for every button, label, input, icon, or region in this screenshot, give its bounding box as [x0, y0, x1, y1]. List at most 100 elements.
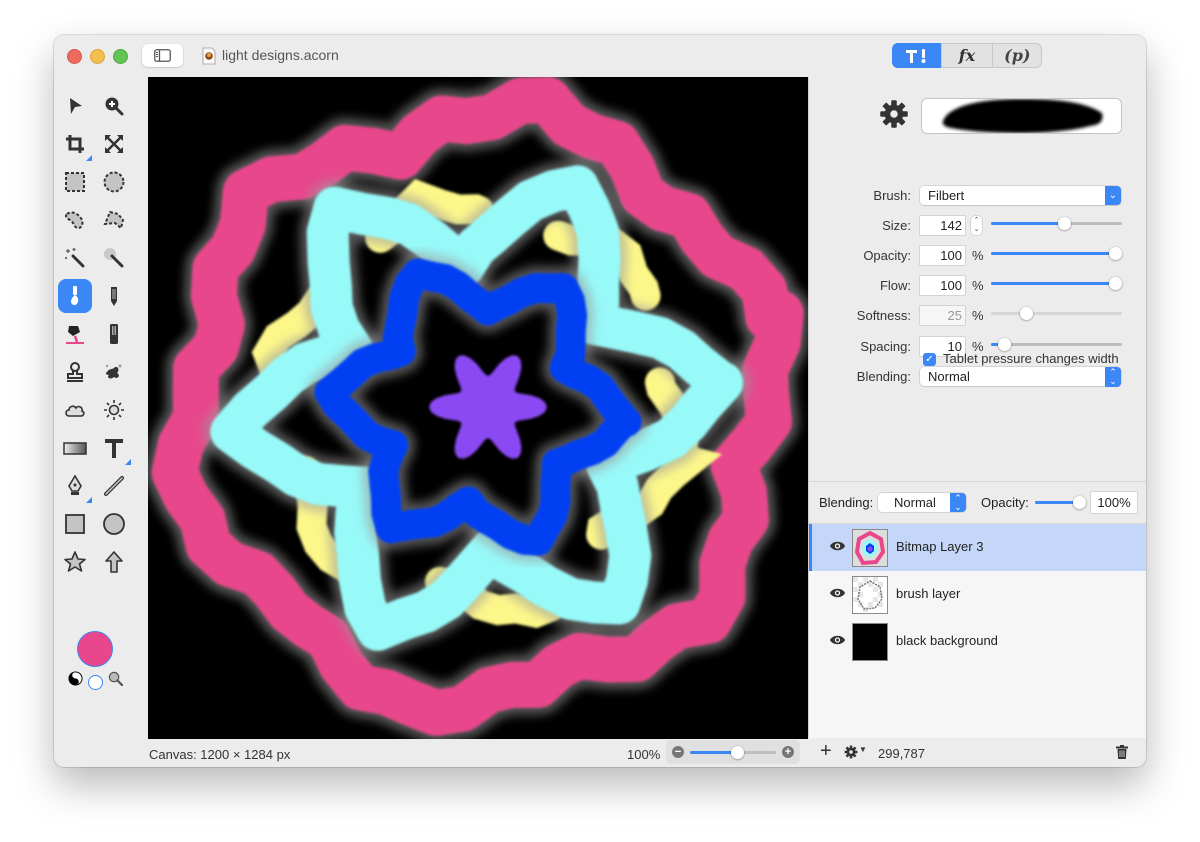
spacing-slider[interactable]: [991, 338, 1122, 351]
add-layer-button[interactable]: +: [820, 741, 832, 761]
layers-status-bar: + ▼ 299,787: [808, 737, 1146, 767]
clone-tool[interactable]: [58, 355, 92, 389]
paint-bucket-icon: [66, 326, 84, 344]
brush-tool[interactable]: [58, 279, 92, 313]
foreground-color-well[interactable]: [77, 631, 113, 667]
polygon-lasso-tool[interactable]: [97, 203, 131, 237]
eye-icon[interactable]: [829, 634, 846, 646]
ellipse-select-tool[interactable]: [97, 165, 131, 199]
lasso-tool[interactable]: [58, 203, 92, 237]
softness-field: 25: [920, 306, 965, 325]
size-slider[interactable]: [991, 217, 1122, 230]
artwork: [148, 77, 808, 739]
layer-opacity-field[interactable]: 100%: [1091, 492, 1137, 513]
opacity-slider-knob[interactable]: [1109, 247, 1122, 260]
layer-row[interactable]: black background: [809, 618, 1146, 665]
zoom-tool[interactable]: [97, 89, 131, 123]
flow-slider-knob[interactable]: [1109, 277, 1122, 290]
layer-blending-value: Normal: [894, 495, 936, 510]
eraser-tool[interactable]: [97, 317, 131, 351]
star-tool[interactable]: [58, 545, 92, 579]
paint-bucket-tool[interactable]: [58, 317, 92, 351]
rect-select-tool[interactable]: [58, 165, 92, 199]
spacing-label: Spacing:: [860, 339, 911, 354]
eye-icon[interactable]: [829, 587, 846, 599]
layer-row[interactable]: Bitmap Layer 3: [809, 524, 1146, 571]
chevron-down-icon: ⌄: [1105, 186, 1121, 205]
brush-label: Brush:: [873, 188, 911, 203]
arrow-tool[interactable]: [97, 545, 131, 579]
pencil-tool[interactable]: [97, 279, 131, 313]
brush-icon: [71, 286, 79, 306]
magic-wand-tool[interactable]: [58, 241, 92, 275]
smudge-tool[interactable]: [97, 355, 131, 389]
stamp-icon: [67, 362, 83, 382]
oval-tool[interactable]: [97, 507, 131, 541]
gradient-tool[interactable]: [58, 431, 92, 465]
size-stepper[interactable]: ⌃ ⌄: [971, 216, 982, 235]
layer-row[interactable]: brush layer: [809, 571, 1146, 618]
image-canvas[interactable]: [148, 77, 808, 739]
size-label: Size:: [882, 218, 911, 233]
tab-tools[interactable]: [892, 43, 942, 68]
brush-inspector: Brush: Filbert ⌄ Size: 142 ⌃ ⌄ Opacity: 1…: [808, 77, 1146, 738]
layer-actions-gear-icon[interactable]: [844, 745, 858, 759]
rectangle-tool[interactable]: [58, 507, 92, 541]
eye-icon[interactable]: [829, 540, 846, 552]
layer-blending-label: Blending:: [819, 495, 874, 510]
brush-select[interactable]: Filbert ⌄: [920, 186, 1121, 205]
zoom-slider[interactable]: [690, 746, 776, 759]
gradient-icon: [63, 442, 87, 455]
layer-thumbnail: [852, 576, 888, 614]
magic-wand-icon: [65, 248, 85, 268]
burn-tool[interactable]: [58, 393, 92, 427]
brush-settings-gear-icon[interactable]: [879, 99, 909, 129]
zoom-slider-knob[interactable]: [731, 746, 745, 759]
toggle-sidebar-button[interactable]: [142, 44, 183, 67]
transform-tool[interactable]: [97, 127, 131, 161]
layer-opacity-slider-knob[interactable]: [1073, 496, 1086, 509]
layer-blending-select[interactable]: Normal ⌃ ⌄: [878, 493, 966, 512]
line-tool[interactable]: [97, 469, 131, 503]
zoom-window-button[interactable]: [113, 49, 128, 64]
splatter-icon: [105, 364, 122, 379]
size-slider-knob[interactable]: [1058, 217, 1072, 230]
inspector-mode-tabs: fx (p): [892, 43, 1042, 68]
trash-icon[interactable]: [1116, 745, 1128, 759]
flow-slider[interactable]: [991, 277, 1122, 290]
flow-percent-sign: %: [972, 278, 984, 293]
text-tool[interactable]: [97, 431, 131, 465]
layer-opacity-slider[interactable]: [1035, 496, 1086, 509]
blending-select[interactable]: Normal ⌃ ⌄: [920, 367, 1121, 387]
tab-properties[interactable]: (p): [991, 43, 1042, 68]
size-field[interactable]: 142: [920, 216, 965, 235]
close-window-button[interactable]: [67, 49, 82, 64]
spacing-slider-knob[interactable]: [998, 338, 1012, 351]
properties-icon: (p): [1004, 46, 1031, 65]
rect-marquee-icon: [65, 172, 85, 192]
tablet-pressure-checkbox[interactable]: ✓: [923, 353, 936, 366]
pen-tool[interactable]: [58, 469, 92, 503]
layer-opacity-label: Opacity:: [981, 495, 1029, 510]
instant-alpha-tool[interactable]: [97, 241, 131, 275]
instant-alpha-icon: [104, 248, 124, 268]
tab-filters[interactable]: fx: [941, 43, 991, 68]
brush-layer-preview: [853, 577, 887, 613]
brush-stroke-preview[interactable]: [921, 98, 1122, 134]
pencil-icon: [111, 287, 117, 306]
flow-field[interactable]: 100: [920, 276, 965, 295]
opacity-slider[interactable]: [991, 247, 1122, 260]
background-color-well[interactable]: [88, 675, 103, 690]
zoom-in-button[interactable]: +: [782, 746, 794, 758]
tools-icon: [905, 48, 926, 63]
minimize-window-button[interactable]: [90, 49, 105, 64]
zoom-out-button[interactable]: −: [672, 746, 684, 758]
opacity-field[interactable]: 100: [920, 246, 965, 265]
up-arrow-icon: [105, 551, 123, 573]
crop-tool[interactable]: [58, 127, 92, 161]
color-picker-magnifier-icon[interactable]: [108, 671, 123, 686]
move-tool[interactable]: [58, 89, 92, 123]
dodge-tool[interactable]: [97, 393, 131, 427]
swap-colors-icon[interactable]: [68, 671, 83, 686]
flow-slider-fill: [991, 282, 1115, 285]
